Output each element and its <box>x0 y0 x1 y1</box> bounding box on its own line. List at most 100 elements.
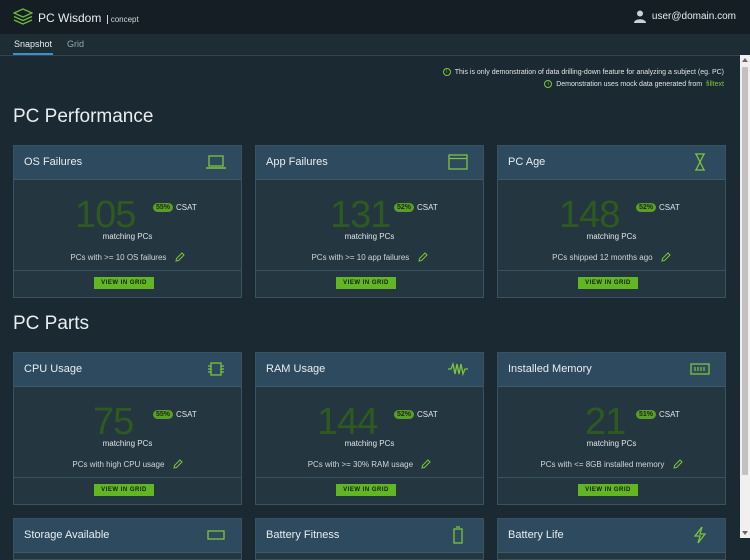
card-title: PC Age <box>508 156 546 168</box>
matching-label: matching PCs <box>102 439 153 448</box>
card-os-failures: OS Failures 105 55% CSAT matching PCs PC… <box>13 145 242 298</box>
card-description: PCs with >= 10 app failures <box>256 252 483 262</box>
view-in-grid-button[interactable]: VIEW IN GRID <box>94 484 154 496</box>
card-title: OS Failures <box>24 156 83 168</box>
view-in-grid-button[interactable]: VIEW IN GRID <box>94 277 154 289</box>
matching-label: matching PCs <box>102 232 153 241</box>
hourglass-icon <box>695 153 705 171</box>
csat-badge: 55% <box>153 203 174 212</box>
card-header: RAM Usage <box>256 353 483 387</box>
section-title-pc-parts: PC Parts <box>13 313 90 334</box>
tab-bar: Snapshot Grid <box>0 34 750 56</box>
battery-icon <box>453 526 463 544</box>
app-title[interactable]: PC Wisdom concept <box>38 11 139 25</box>
card-header: OS Failures <box>14 146 241 180</box>
card-footer: VIEW IN GRID <box>14 477 241 505</box>
csat-label: CSAT <box>176 203 197 212</box>
csat-label: CSAT <box>176 410 197 419</box>
description-text: PCs with <= 8GB installed memory <box>540 460 665 469</box>
card-footer: VIEW IN GRID <box>256 270 483 298</box>
card-description: PCs with >= 10 OS failures <box>14 252 241 262</box>
matching-label: matching PCs <box>586 232 637 241</box>
section-title-pc-performance: PC Performance <box>13 106 154 127</box>
card-description: PCs with >= 30% RAM usage <box>256 459 483 469</box>
card-title: App Failures <box>266 156 328 168</box>
card-header: CPU Usage <box>14 353 241 387</box>
matching-count: 105 <box>75 194 136 236</box>
matching-count: 144 <box>317 401 378 443</box>
card-footer: VIEW IN GRID <box>498 270 725 298</box>
card-title: Installed Memory <box>508 363 592 375</box>
card-description: PCs with high CPU usage <box>14 459 241 469</box>
user-icon <box>633 10 646 23</box>
storage-icon <box>207 530 225 540</box>
matching-count: 75 <box>93 401 134 443</box>
scroll-down-arrow-icon[interactable] <box>742 531 748 535</box>
app-subtitle: concept <box>106 15 139 24</box>
csat-badge: 52% <box>394 203 415 212</box>
view-in-grid-button[interactable]: VIEW IN GRID <box>578 277 638 289</box>
view-in-grid-button[interactable]: VIEW IN GRID <box>336 277 396 289</box>
card-description: PCs with <= 8GB installed memory <box>498 459 725 469</box>
pencil-icon[interactable] <box>421 459 432 469</box>
card-header: Battery Life <box>498 519 725 553</box>
app-name: PC Wisdom <box>38 11 102 25</box>
card-battery-fitness: Battery Fitness <box>255 518 484 560</box>
info-icon: i <box>442 68 451 76</box>
description-text: PCs with >= 30% RAM usage <box>307 460 414 469</box>
laptop-icon <box>206 155 226 169</box>
pencil-icon[interactable] <box>173 459 183 469</box>
view-in-grid-button[interactable]: VIEW IN GRID <box>336 484 396 496</box>
card-installed-memory: Installed Memory 21 51% CSAT matching PC… <box>497 352 726 505</box>
bolt-icon <box>693 526 707 544</box>
card-header: Installed Memory <box>498 353 725 387</box>
tab-grid[interactable]: Grid <box>67 39 84 49</box>
csat-label: CSAT <box>659 410 680 419</box>
filltext-link[interactable]: filltext <box>706 81 724 88</box>
description-text: PCs shipped 12 months ago <box>552 253 653 262</box>
card-footer: VIEW IN GRID <box>14 270 241 298</box>
scroll-up-arrow-icon[interactable] <box>742 58 748 62</box>
matching-label: matching PCs <box>344 232 395 241</box>
matching-count: 131 <box>330 194 391 236</box>
card-title: RAM Usage <box>266 363 326 375</box>
mock-data-note-text: Demonstration uses mock data generated f… <box>556 80 703 88</box>
matching-label: matching PCs <box>586 439 637 448</box>
csat-label: CSAT <box>659 203 680 212</box>
window-icon <box>448 154 468 170</box>
csat-badge: 51% <box>636 410 657 419</box>
tab-snapshot[interactable]: Snapshot <box>12 39 54 55</box>
mock-data-note: i Demonstration uses mock data generated… <box>544 80 724 88</box>
card-footer: VIEW IN GRID <box>498 477 725 505</box>
card-storage-available: Storage Available <box>13 518 242 560</box>
csat-badge: 52% <box>636 203 657 212</box>
pencil-icon[interactable] <box>417 252 428 262</box>
user-menu[interactable]: user@domain.com <box>633 10 736 23</box>
view-in-grid-button[interactable]: VIEW IN GRID <box>578 484 638 496</box>
card-pc-age: PC Age 148 52% CSAT matching PCs PCs shi… <box>497 145 726 298</box>
scrollbar-thumb[interactable] <box>742 67 748 475</box>
pencil-icon[interactable] <box>673 459 683 469</box>
logo-icon <box>13 8 33 25</box>
card-description: PCs shipped 12 months ago <box>498 252 725 262</box>
csat-badge: 55% <box>153 410 174 419</box>
card-title: CPU Usage <box>24 363 83 375</box>
card-footer: VIEW IN GRID <box>256 477 483 505</box>
card-title: Battery Life <box>508 529 564 541</box>
card-ram-usage: RAM Usage 144 52% CSAT matching PCs PCs … <box>255 352 484 505</box>
cpu-icon <box>208 362 224 376</box>
card-cpu-usage: CPU Usage 75 55% CSAT matching PCs PCs w… <box>13 352 242 505</box>
matching-label: matching PCs <box>344 439 395 448</box>
pencil-icon[interactable] <box>175 252 185 262</box>
card-title: Battery Fitness <box>266 529 340 541</box>
matching-count: 148 <box>559 194 620 236</box>
card-title: Storage Available <box>24 529 110 541</box>
pencil-icon[interactable] <box>661 252 671 262</box>
description-text: PCs with >= 10 app failures <box>311 253 410 262</box>
vertical-scrollbar[interactable] <box>740 55 750 538</box>
card-header: PC Age <box>498 146 725 180</box>
csat-label: CSAT <box>417 410 438 419</box>
card-header: Storage Available <box>14 519 241 553</box>
card-app-failures: App Failures 131 52% CSAT matching PCs P… <box>255 145 484 298</box>
description-text: PCs with high CPU usage <box>72 460 165 469</box>
